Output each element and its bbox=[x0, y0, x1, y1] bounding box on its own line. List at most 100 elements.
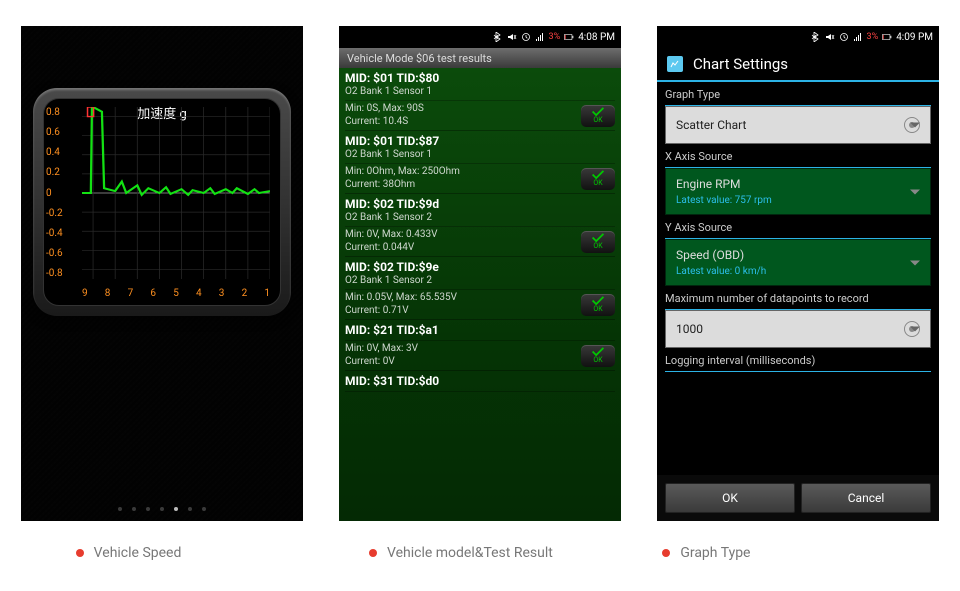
obd-values-row: Min: 0V, Max: 3VCurrent: 0V OK bbox=[345, 341, 615, 371]
max-points-label: Maximum number of datapoints to record bbox=[657, 286, 939, 309]
chart-settings-screen: Chart Settings Graph Type Scatter Chart … bbox=[657, 48, 939, 521]
bullet-icon bbox=[369, 549, 377, 557]
phone-3: 3% 4:09 PM Chart Settings Graph Type Sca… bbox=[657, 26, 939, 521]
obd-test-list[interactable]: MID: $01 TID:$80O2 Bank 1 Sensor 1Min: 0… bbox=[339, 68, 621, 521]
y-tick: -0.8 bbox=[46, 268, 63, 279]
obd-values-row: Min: 0V, Max: 0.433VCurrent: 0.044V OK bbox=[345, 227, 615, 257]
x-tick: 4 bbox=[196, 288, 202, 299]
pager-dot[interactable] bbox=[146, 507, 150, 511]
obd-item[interactable]: MID: $02 TID:$9eO2 Bank 1 Sensor 2 bbox=[345, 257, 615, 290]
obd-item[interactable]: MID: $21 TID:$a1 bbox=[345, 320, 615, 341]
caption-3-text: Graph Type bbox=[680, 545, 750, 561]
signal-icon bbox=[535, 32, 545, 42]
obd-desc: O2 Bank 1 Sensor 2 bbox=[345, 275, 615, 286]
page-indicator bbox=[21, 507, 303, 511]
x-tick: 7 bbox=[128, 288, 134, 299]
x-axis-label: X Axis Source bbox=[657, 144, 939, 167]
obd-item[interactable]: MID: $01 TID:$80O2 Bank 1 Sensor 1 bbox=[345, 68, 615, 101]
obd-desc: O2 Bank 1 Sensor 1 bbox=[345, 86, 615, 97]
x-axis-value: Engine RPM bbox=[676, 177, 741, 191]
y-tick: -0.4 bbox=[46, 228, 63, 239]
chart-svg bbox=[82, 107, 270, 279]
pager-dot[interactable] bbox=[188, 507, 192, 511]
app-icon bbox=[667, 56, 683, 72]
status-clock: 4:09 PM bbox=[896, 32, 933, 43]
battery-percent: 3% bbox=[867, 32, 879, 42]
action-bar: Chart Settings bbox=[657, 48, 939, 82]
signal-icon bbox=[853, 32, 863, 42]
status-clock: 4:08 PM bbox=[578, 32, 615, 43]
obd-values: Min: 0V, Max: 3VCurrent: 0V bbox=[345, 343, 418, 368]
chevron-down-icon bbox=[910, 260, 920, 265]
ok-button[interactable]: OK bbox=[665, 483, 795, 513]
interval-label: Logging interval (milliseconds) bbox=[657, 348, 939, 371]
caption-1: Vehicle Speed bbox=[46, 545, 328, 561]
chevron-down-icon bbox=[910, 327, 920, 332]
y-axis-value: Speed (OBD) bbox=[676, 248, 744, 262]
x-tick: 5 bbox=[173, 288, 179, 299]
obd-values: Min: 0S, Max: 90SCurrent: 10.4S bbox=[345, 103, 424, 128]
y-tick: -0.6 bbox=[46, 248, 63, 259]
mute-icon bbox=[507, 32, 517, 42]
caption-1-text: Vehicle Speed bbox=[94, 545, 182, 561]
obd-desc: O2 Bank 1 Sensor 1 bbox=[345, 149, 615, 160]
y-tick: 0.8 bbox=[46, 107, 63, 118]
caption-row: Vehicle Speed Vehicle model&Test Result … bbox=[0, 521, 960, 561]
caption-3: Graph Type bbox=[632, 545, 914, 561]
x-tick: 1 bbox=[264, 288, 270, 299]
x-tick: 8 bbox=[105, 288, 111, 299]
chart-face: 加速度 g 0.80.60.40.20-0.2-0.4-0.6-0.8 9876… bbox=[43, 98, 281, 306]
ok-badge: OK bbox=[581, 231, 615, 253]
status-icons bbox=[811, 32, 863, 42]
x-tick: 3 bbox=[219, 288, 225, 299]
ok-badge: OK bbox=[581, 105, 615, 127]
x-axis-ticks: 987654321 bbox=[82, 288, 270, 299]
x-axis-select[interactable]: Engine RPM Latest value: 757 rpm bbox=[665, 168, 931, 215]
ok-badge: OK bbox=[581, 345, 615, 367]
battery-percent: 3% bbox=[549, 32, 561, 42]
y-axis-label: Y Axis Source bbox=[657, 215, 939, 238]
pager-dot[interactable] bbox=[174, 507, 178, 511]
obd-header: Vehicle Mode $06 test results bbox=[339, 48, 621, 68]
obd-values: Min: 0V, Max: 0.433VCurrent: 0.044V bbox=[345, 229, 437, 254]
caption-2: Vehicle model&Test Result bbox=[339, 545, 621, 561]
graph-type-value: Scatter Chart bbox=[676, 118, 746, 132]
button-row: OK Cancel bbox=[657, 475, 939, 521]
pager-dot[interactable] bbox=[202, 507, 206, 511]
obd-item[interactable]: MID: $31 TID:$d0 bbox=[345, 371, 615, 392]
settings-title: Chart Settings bbox=[693, 55, 788, 73]
y-tick: -0.2 bbox=[46, 208, 63, 219]
battery-icon bbox=[564, 32, 574, 42]
mute-icon bbox=[825, 32, 835, 42]
caption-2-text: Vehicle model&Test Result bbox=[387, 545, 553, 561]
y-axis-latest: Latest value: 0 km/h bbox=[676, 266, 766, 277]
battery-icon bbox=[882, 32, 892, 42]
chevron-down-icon bbox=[910, 123, 920, 128]
obd-mid: MID: $02 TID:$9e bbox=[345, 260, 615, 274]
graph-type-select[interactable]: Scatter Chart bbox=[665, 106, 931, 144]
cancel-button[interactable]: Cancel bbox=[801, 483, 931, 513]
y-tick: 0.6 bbox=[46, 127, 63, 138]
carbon-bg: 加速度 g 0.80.60.40.20-0.2-0.4-0.6-0.8 9876… bbox=[21, 26, 303, 521]
y-axis-select[interactable]: Speed (OBD) Latest value: 0 km/h bbox=[665, 239, 931, 286]
obd-item[interactable]: MID: $02 TID:$9dO2 Bank 1 Sensor 2 bbox=[345, 194, 615, 227]
x-tick: 6 bbox=[150, 288, 156, 299]
status-bar: 3% 4:09 PM bbox=[657, 26, 939, 48]
obd-desc: O2 Bank 1 Sensor 2 bbox=[345, 212, 615, 223]
y-tick: 0.2 bbox=[46, 167, 63, 178]
y-tick: 0 bbox=[46, 188, 63, 199]
bluetooth-icon bbox=[493, 32, 503, 42]
obd-mid: MID: $31 TID:$d0 bbox=[345, 374, 615, 388]
pager-dot[interactable] bbox=[118, 507, 122, 511]
bullet-icon bbox=[76, 549, 84, 557]
max-points-select[interactable]: 1000 bbox=[665, 310, 931, 348]
phone-1: 加速度 g 0.80.60.40.20-0.2-0.4-0.6-0.8 9876… bbox=[21, 26, 303, 521]
obd-item[interactable]: MID: $01 TID:$87O2 Bank 1 Sensor 1 bbox=[345, 131, 615, 164]
ok-badge: OK bbox=[581, 294, 615, 316]
pager-dot[interactable] bbox=[160, 507, 164, 511]
x-tick: 9 bbox=[82, 288, 88, 299]
pager-dot[interactable] bbox=[132, 507, 136, 511]
obd-mid: MID: $21 TID:$a1 bbox=[345, 323, 615, 337]
phone-row: 加速度 g 0.80.60.40.20-0.2-0.4-0.6-0.8 9876… bbox=[0, 0, 960, 521]
obd-values-row: Min: 0S, Max: 90SCurrent: 10.4S OK bbox=[345, 101, 615, 131]
